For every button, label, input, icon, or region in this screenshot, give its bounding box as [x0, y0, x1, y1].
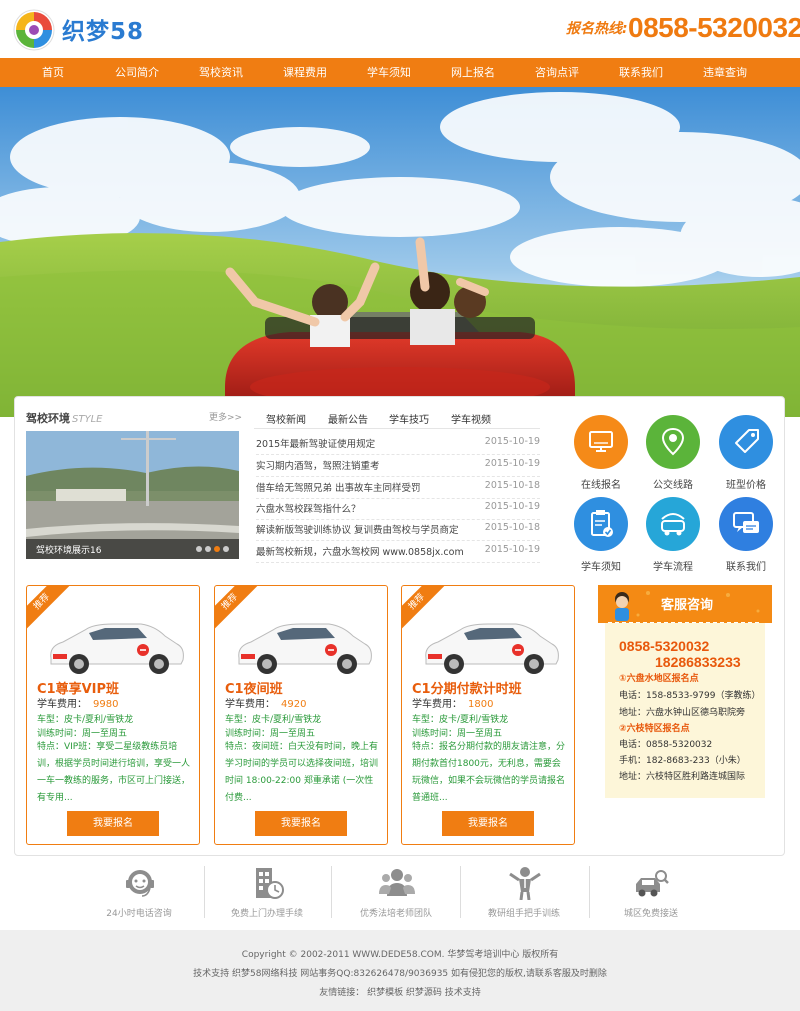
- footer-copyright: Copyright © 2002-2011 WWW.DEDE58.COM. 华梦…: [241, 950, 559, 960]
- clipboard-check-icon: [591, 510, 613, 537]
- nav-item-news[interactable]: 驾校资讯: [179, 58, 263, 87]
- hero-banner-image: [0, 87, 800, 417]
- course-features: 特点：夜间班：白天没有时间，晚上有学习时间的学员可以选择夜间班，培训时间 18:…: [225, 742, 379, 803]
- course-car-image: [425, 623, 559, 674]
- course-card[interactable]: 推荐 C1分期付款计时班 学车费用： 1800 车型：皮卡/夏利/雪铁龙 训练时间…: [401, 585, 575, 845]
- logo-text[interactable]: 织梦58: [62, 12, 144, 46]
- headset-icon: [126, 870, 154, 897]
- nav-item-contact[interactable]: 联系我们: [599, 58, 683, 87]
- instructor-icon: [509, 867, 541, 900]
- nav-item-company[interactable]: 公司简介: [95, 58, 179, 87]
- course-car-type: 车型：皮卡/夏利/雪铁龙: [37, 715, 134, 725]
- service-label: 公交线路: [653, 480, 693, 491]
- feature-label: 优秀法培老师团队: [359, 909, 432, 919]
- chat-bubbles-icon: [733, 512, 759, 533]
- news-item[interactable]: 实习期内酒驾，驾照注销重考 2015-10-19: [256, 455, 540, 477]
- tab-driving-videos[interactable]: 学车视频: [451, 411, 491, 426]
- nav-item-fees[interactable]: 课程费用: [263, 58, 347, 87]
- campus-more-link[interactable]: 更多>>: [209, 410, 242, 423]
- service-label: 班型价格: [726, 480, 766, 491]
- nav-item-home[interactable]: 首页: [11, 58, 95, 87]
- nav-item-notice[interactable]: 学车须知: [347, 58, 431, 87]
- course-card[interactable]: 推荐 C1尊享VIP班 学车费用： 9980 车型：皮卡/夏利/雪铁龙 训练时间：…: [26, 585, 200, 845]
- footer-links[interactable]: 友情链接： 织梦模板 织梦源码 技术支持: [0, 985, 800, 998]
- feature-label: 城区免费接送: [623, 909, 678, 919]
- car-flow-icon: [661, 513, 685, 536]
- slide-dot[interactable]: [223, 546, 229, 552]
- main-nav: 首页 公司简介 驾校资讯 课程费用 学车须知 网上报名 咨询点评 联系我们 违章…: [0, 58, 800, 87]
- course-training-time: 训练时间：周一至周五: [225, 729, 316, 739]
- campus-section-title: 驾校环境 STYLE: [26, 412, 103, 425]
- service-label: 学车流程: [653, 562, 693, 573]
- logo-icon[interactable]: [12, 8, 56, 52]
- service-label: 联系我们: [726, 562, 766, 573]
- branch-1-title: ①六盘水地区报名点: [619, 674, 699, 684]
- slide-dot-active[interactable]: [214, 546, 220, 552]
- building-clock-icon: [256, 868, 284, 899]
- news-item[interactable]: 解读新版驾驶训练协议 复训费由驾校与学员商定 2015-10-18: [256, 519, 540, 541]
- campus-caption: 驾校环境展示16: [36, 546, 102, 556]
- course-car-image: [238, 623, 372, 674]
- news-item[interactable]: 2015年最新驾驶证使用规定 2015-10-19: [256, 433, 540, 455]
- class-price-button[interactable]: [719, 415, 773, 469]
- branch-2-address: 地址：六枝特区胜利路连城国际: [619, 772, 746, 782]
- news-item[interactable]: 最新驾校新规，六盘水驾校网 www.0858jx.com 2015-10-19: [256, 541, 540, 563]
- footer: Copyright © 2002-2011 WWW.DEDE58.COM. 华梦…: [0, 930, 800, 1011]
- nav-item-reviews[interactable]: 咨询点评: [515, 58, 599, 87]
- course-car-type: 车型：皮卡/夏利/雪铁龙: [412, 715, 509, 725]
- tab-driving-tips[interactable]: 学车技巧: [389, 411, 429, 426]
- news-item[interactable]: 借车给无驾照兄弟 出事故车主同样受罚 2015-10-18: [256, 477, 540, 499]
- hero-banner[interactable]: [0, 87, 800, 417]
- header: 织梦58 报名热线: 0858-5320032: [0, 0, 800, 58]
- course-car-image: [50, 623, 184, 674]
- branch-1-address: 地址：六盘水钟山区德乌职院旁: [619, 708, 746, 718]
- feature-label: 24小时电话咨询: [106, 909, 172, 919]
- learner-notice-button[interactable]: [574, 497, 628, 551]
- signup-button[interactable]: 我要报名: [442, 811, 534, 836]
- feature-label: 免费上门办理手续: [230, 909, 303, 919]
- map-pin-icon: [661, 427, 685, 456]
- branch-1-phone: 电话：158-8533-9799（李教练）: [619, 691, 761, 701]
- campus-section-subtitle: STYLE: [72, 414, 103, 425]
- branch-2-mobile: 手机：182-8683-233（小朱）: [619, 756, 746, 766]
- course-card[interactable]: 推荐 C1夜间班 学车费用： 4920 车型：皮卡/夏利/雪铁龙 训练时间：周一至…: [214, 585, 388, 845]
- price-tag-icon: [735, 429, 759, 453]
- nav-item-signup[interactable]: 网上报名: [431, 58, 515, 87]
- course-features: 特点：报名分期付款的朋友请注意，分期付款首付1800元，无利息，需要会玩微信，如…: [412, 742, 566, 803]
- course-car-type: 车型：皮卡/夏利/雪铁龙: [225, 715, 322, 725]
- nav-item-violation[interactable]: 违章查询: [683, 58, 767, 87]
- news-tab-divider: [254, 428, 540, 429]
- course-training-time: 训练时间：周一至周五: [412, 729, 503, 739]
- slide-dot[interactable]: [205, 546, 211, 552]
- hotline-label: 报名热线:: [566, 21, 628, 37]
- learning-flow-button[interactable]: [646, 497, 700, 551]
- course-training-time: 训练时间：周一至周五: [37, 729, 128, 739]
- slide-dot[interactable]: [196, 546, 202, 552]
- branch-2-phone: 电话：0858-5320032: [619, 740, 713, 750]
- contact-us-button[interactable]: [719, 497, 773, 551]
- hotline-number: 0858-5320032: [628, 12, 800, 43]
- branch-2-title: ②六枝特区报名点: [619, 724, 690, 734]
- tab-school-news[interactable]: 驾校新闻: [266, 411, 306, 426]
- news-item[interactable]: 六盘水驾校踩驾指什么？ 2015-10-19: [256, 498, 540, 520]
- consult-phone-1: 0858-5320032: [619, 638, 710, 654]
- team-icon: [379, 869, 415, 896]
- signup-button[interactable]: 我要报名: [67, 811, 159, 836]
- course-fee: 学车费用： 9980: [37, 699, 119, 710]
- course-fee: 学车费用： 4920: [225, 699, 307, 710]
- service-label: 学车须知: [581, 562, 621, 573]
- monitor-icon: [589, 431, 613, 452]
- consult-title: 客服咨询: [661, 598, 714, 613]
- footer-support: 技术支持 织梦58网络科技 网站事务QQ:832626478/9036935 如…: [193, 969, 607, 979]
- feature-label: 教研组手把手训练: [487, 909, 560, 919]
- course-fee: 学车费用： 1800: [412, 699, 494, 710]
- consult-phone-2: 18286833233: [655, 654, 741, 670]
- online-signup-button[interactable]: [574, 415, 628, 469]
- service-label: 在线报名: [581, 480, 621, 491]
- bus-route-button[interactable]: [646, 415, 700, 469]
- tab-announcements[interactable]: 最新公告: [328, 411, 368, 426]
- signup-button[interactable]: 我要报名: [255, 811, 347, 836]
- course-features: 特点：VIP班：享受二星级教练员培训，根据学员时间进行培训，享受一人一车一教练的…: [37, 742, 191, 803]
- car-search-icon: [636, 870, 669, 897]
